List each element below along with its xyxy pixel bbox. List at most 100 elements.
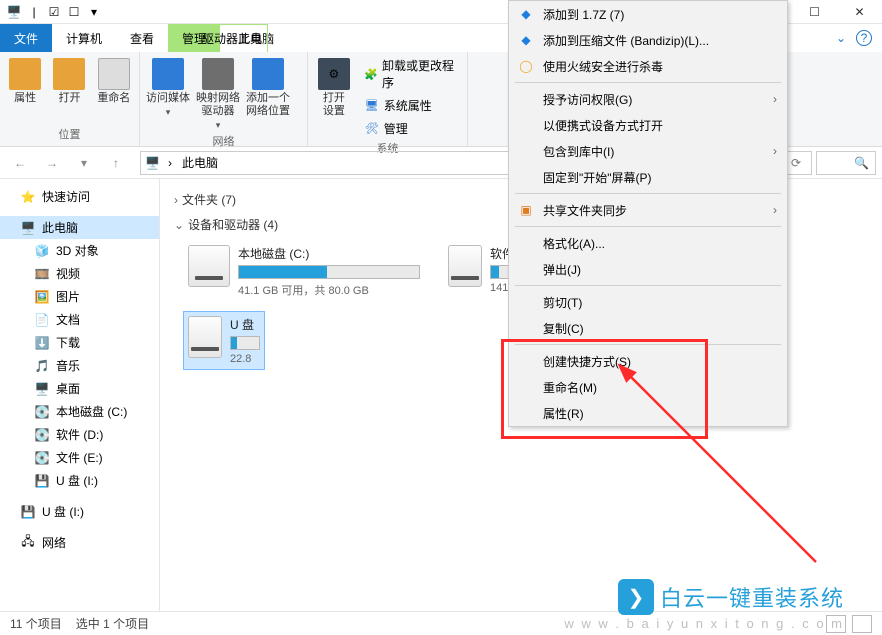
watermark-text: 白云一键重装系统 (660, 581, 844, 613)
ctx-copy[interactable]: 复制(C) (509, 315, 787, 341)
qat-sep: | (26, 4, 42, 20)
add-net-location-button[interactable]: 添加一个 网络位置 (246, 56, 290, 118)
tree-e[interactable]: 💽文件 (E:) (0, 446, 159, 469)
access-media-button[interactable]: 访问媒体▾ (146, 56, 190, 118)
help-icon[interactable]: ? (856, 30, 872, 46)
tab-drive-tools[interactable]: 驱动器工具 (188, 30, 276, 47)
star-icon: ⭐ (20, 189, 36, 205)
usage-bar (230, 336, 260, 350)
system-properties-button[interactable]: 🖥系统属性 (360, 96, 461, 115)
nav-recent[interactable]: ▾ (70, 151, 98, 175)
annotation-highlight (501, 339, 708, 439)
search-box[interactable]: 🔍 (816, 151, 876, 175)
tree-documents[interactable]: 📄文档 (0, 308, 159, 331)
maximize-button[interactable]: ☐ (792, 0, 837, 24)
tree-i[interactable]: 💾U 盘 (I:) (0, 469, 159, 492)
drive-icon: 💽 (34, 427, 50, 443)
ctx-sync[interactable]: ▣共享文件夹同步› (509, 197, 787, 223)
ctx-huorong[interactable]: ◯使用火绒安全进行杀毒 (509, 53, 787, 79)
tree-quick-access[interactable]: ⭐快速访问 (0, 185, 159, 208)
quick-access-toolbar: 🖥️ | ☑ ☐ ▾ (0, 4, 108, 20)
cube-icon: 🧊 (34, 243, 50, 259)
music-icon: 🎵 (34, 358, 50, 374)
shield-icon: ◯ (517, 57, 535, 75)
usb-icon: 💾 (20, 504, 36, 520)
group-location-label: 位置 (0, 124, 139, 146)
watermark: ❯ 白云一键重装系统 (618, 579, 844, 615)
drive-c[interactable]: 本地磁盘 (C:) 41.1 GB 可用，共 80.0 GB (184, 241, 424, 302)
tree-c[interactable]: 💽本地磁盘 (C:) (0, 400, 159, 423)
tree-desktop[interactable]: 🖥️桌面 (0, 377, 159, 400)
status-item-count: 11 个项目 (10, 615, 62, 632)
drive-name: U 盘 (230, 316, 260, 333)
map-drive-button[interactable]: 映射网络 驱动器▾ (196, 56, 240, 131)
nav-forward[interactable]: → (38, 151, 66, 175)
ribbon-collapse-icon[interactable]: ⌄ (836, 31, 846, 45)
rename-button[interactable]: 重命名 (95, 56, 133, 105)
tab-computer[interactable]: 计算机 (52, 24, 116, 52)
chevron-right-icon: › (773, 92, 777, 106)
properties-button[interactable]: 属性 (6, 56, 44, 105)
net-icon: 🖧 (20, 535, 36, 551)
nav-up[interactable]: ↑ (102, 151, 130, 175)
uninstall-button[interactable]: 🧩卸载或更改程序 (360, 56, 461, 92)
pc-icon: 🖥️ (20, 220, 36, 236)
ctx-add-to[interactable]: ◆添加到 1.7Z (7) (509, 1, 787, 27)
down-icon: ⬇️ (34, 335, 50, 351)
ctx-format[interactable]: 格式化(A)... (509, 230, 787, 256)
qat-checkbox2[interactable]: ☐ (66, 4, 82, 20)
video-icon: 🎞️ (34, 266, 50, 282)
tree-video[interactable]: 🎞️视频 (0, 262, 159, 285)
drive-stat: 22.8 (230, 353, 260, 365)
drive-name: 本地磁盘 (C:) (238, 245, 420, 262)
chevron-down-icon: ⌄ (174, 218, 184, 232)
open-settings-button[interactable]: ⚙打开 设置 (314, 56, 354, 118)
drive-icon: 💽 (34, 404, 50, 420)
nav-tree: ⭐快速访问 🖥️此电脑 🧊3D 对象 🎞️视频 🖼️图片 📄文档 ⬇️下载 🎵音… (0, 179, 160, 611)
qat-checkbox1[interactable]: ☑ (46, 4, 62, 20)
tree-pictures[interactable]: 🖼️图片 (0, 285, 159, 308)
crumb-this-pc[interactable]: 此电脑 (180, 154, 220, 171)
sync-icon: ▣ (517, 201, 535, 219)
usb-icon: 💾 (34, 473, 50, 489)
chevron-right-icon: › (773, 144, 777, 158)
drive-i[interactable]: U 盘 22.8 (184, 312, 264, 369)
ctx-add-zip[interactable]: ◆添加到压缩文件 (Bandizip)(L)... (509, 27, 787, 53)
tree-music[interactable]: 🎵音乐 (0, 354, 159, 377)
ctx-eject[interactable]: 弹出(J) (509, 256, 787, 282)
archive-icon: ◆ (517, 5, 535, 23)
nav-back[interactable]: ← (6, 151, 34, 175)
tree-i2[interactable]: 💾U 盘 (I:) (0, 500, 159, 523)
tab-view[interactable]: 查看 (116, 24, 168, 52)
picture-icon: 🖼️ (34, 289, 50, 305)
doc-icon: 📄 (34, 312, 50, 328)
ctx-grant-access[interactable]: 授予访问权限(G)› (509, 86, 787, 112)
ctx-pin-start[interactable]: 固定到"开始"屏幕(P) (509, 164, 787, 190)
ctx-include-lib[interactable]: 包含到库中(I)› (509, 138, 787, 164)
drive-stat: 41.1 GB 可用，共 80.0 GB (238, 282, 420, 298)
tree-d[interactable]: 💽软件 (D:) (0, 423, 159, 446)
watermark-icon: ❯ (618, 579, 654, 615)
manage-button[interactable]: 🛠管理 (360, 119, 461, 138)
close-button[interactable]: ✕ (837, 0, 882, 24)
tree-3d[interactable]: 🧊3D 对象 (0, 239, 159, 262)
tree-this-pc[interactable]: 🖥️此电脑 (0, 216, 159, 239)
chevron-right-icon: › (773, 203, 777, 217)
open-button[interactable]: 打开 (50, 56, 88, 105)
crumb-root[interactable]: › (166, 156, 174, 170)
drive-icon (188, 245, 230, 287)
qat-dropdown[interactable]: ▾ (86, 4, 102, 20)
view-icons-button[interactable] (852, 615, 872, 633)
ctx-portable[interactable]: 以便携式设备方式打开 (509, 112, 787, 138)
usage-bar (238, 265, 420, 279)
usb-drive-icon (188, 316, 222, 358)
drive-icon: 💽 (34, 450, 50, 466)
drive-icon (448, 245, 482, 287)
archive-icon: ◆ (517, 31, 535, 49)
chevron-right-icon: › (174, 193, 178, 207)
tree-downloads[interactable]: ⬇️下载 (0, 331, 159, 354)
ctx-cut[interactable]: 剪切(T) (509, 289, 787, 315)
status-selected: 选中 1 个项目 (76, 615, 149, 632)
tab-file[interactable]: 文件 (0, 24, 52, 52)
tree-network[interactable]: 🖧网络 (0, 531, 159, 554)
